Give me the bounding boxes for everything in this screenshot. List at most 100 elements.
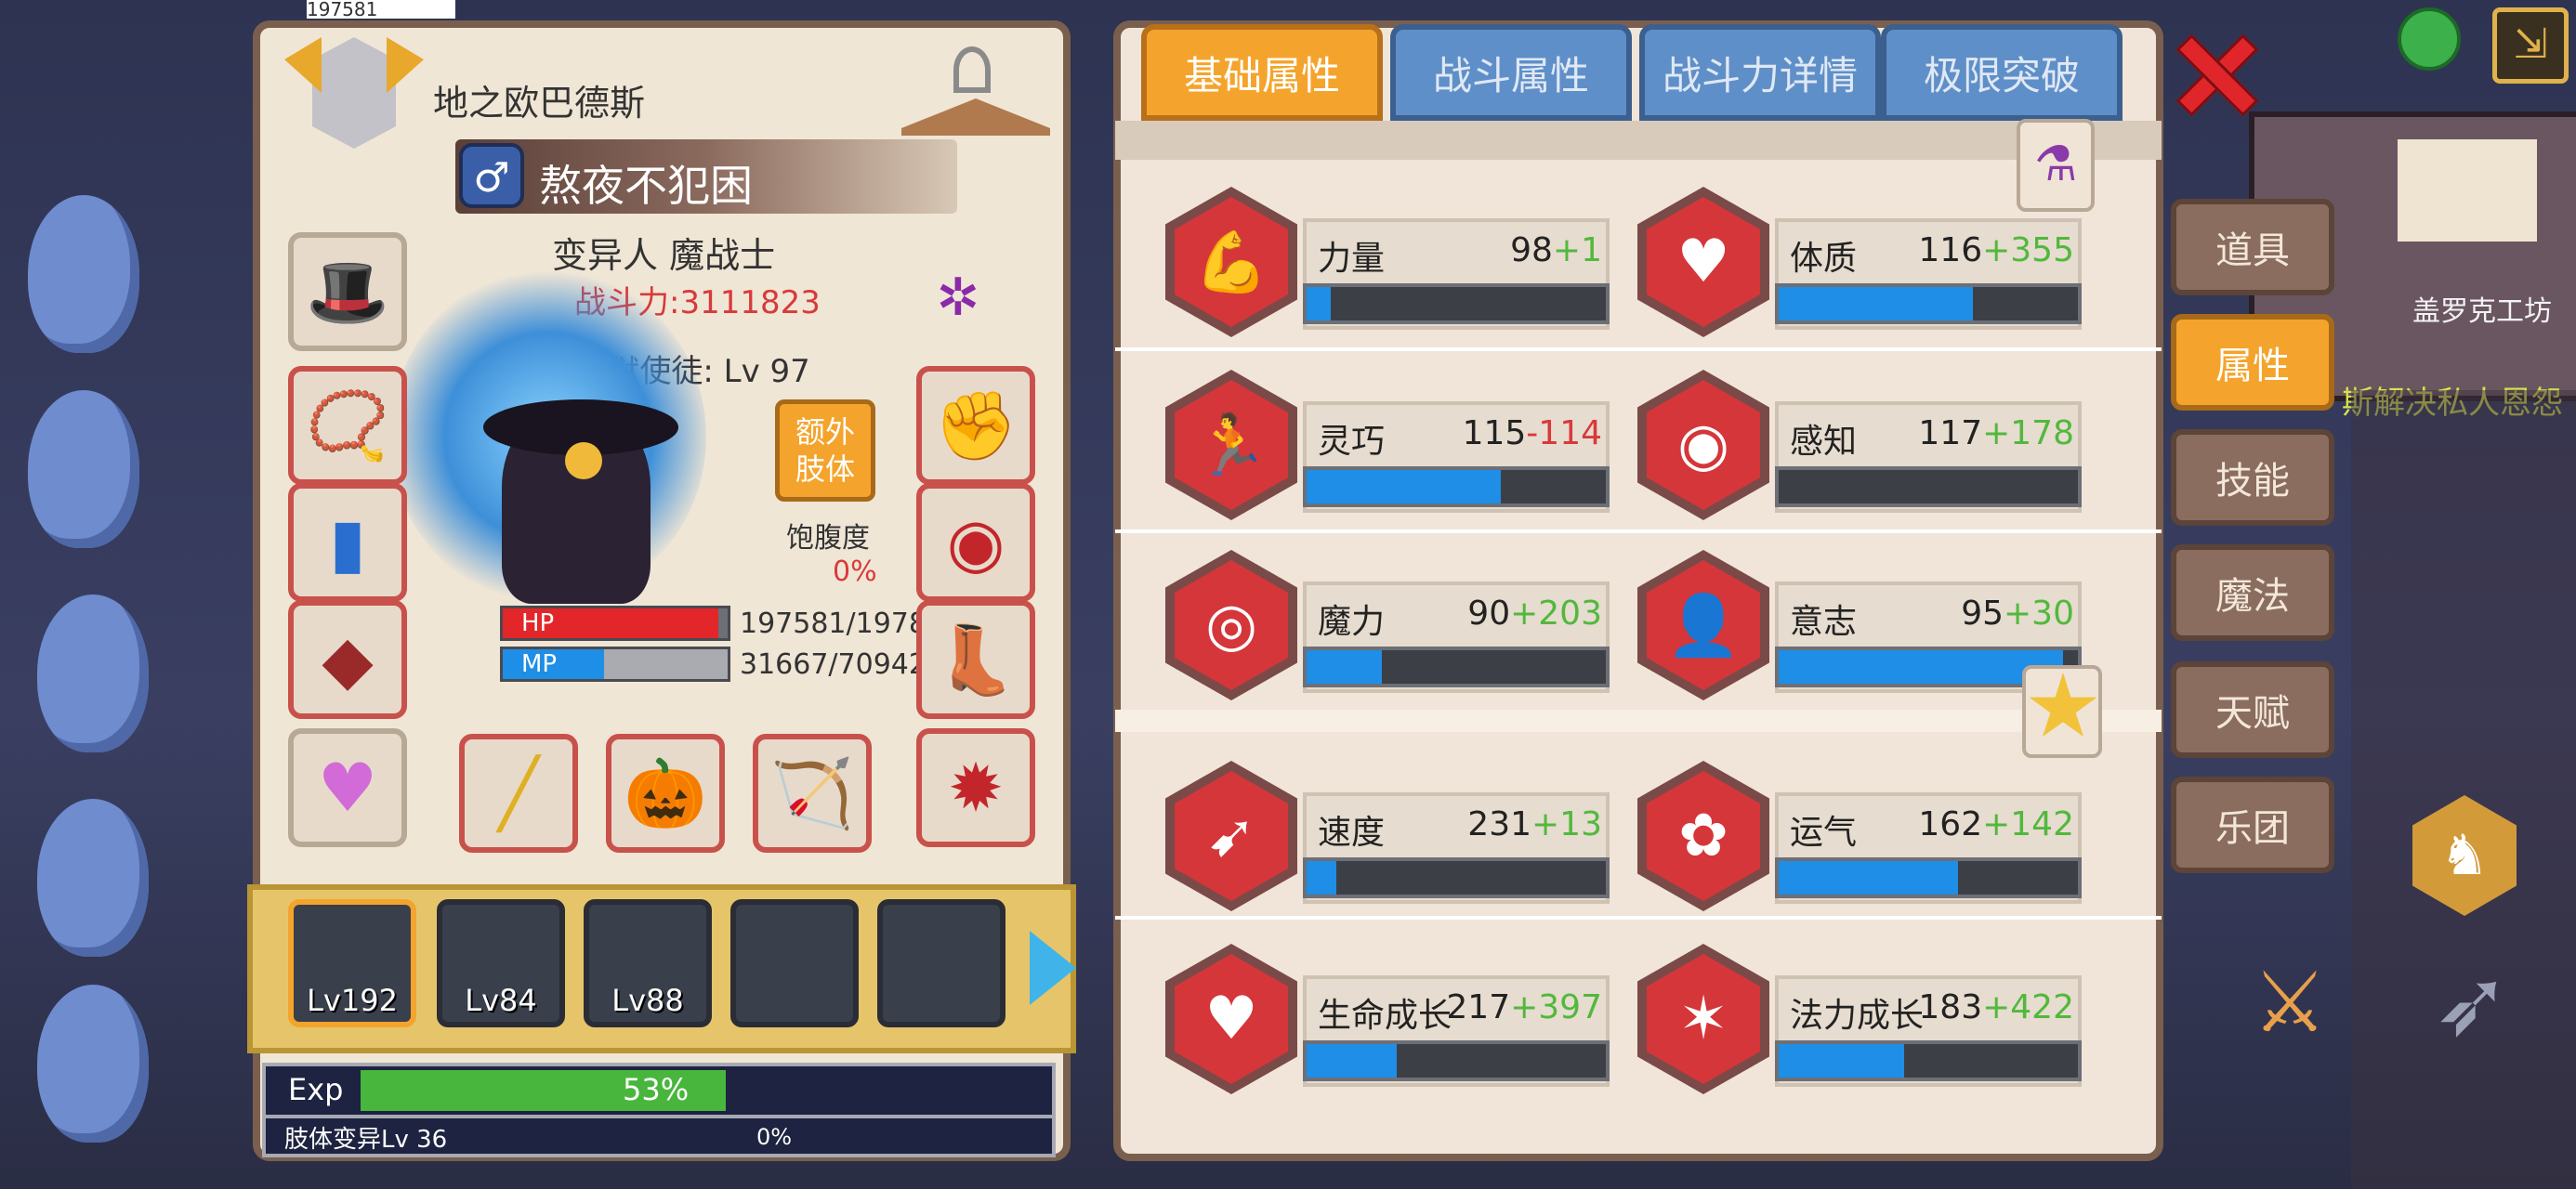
stat-value: 98+1 (1510, 231, 1602, 269)
tree-decoration (37, 799, 149, 957)
stat-name: 意志 (1790, 603, 1858, 641)
tab-limit-break[interactable]: 极限突破 (1881, 24, 2123, 121)
satiety-value: 0% (833, 555, 877, 588)
character-title: 地之欧巴德斯 (433, 83, 646, 124)
party-slot-empty[interactable] (877, 899, 1005, 1027)
equip-slot-charm[interactable]: ♥ (288, 728, 407, 847)
map-shadow (2351, 390, 2576, 1189)
hat-emblem-icon (565, 442, 602, 479)
party-member-level: Lv192 (307, 983, 398, 1018)
extra-limb-button[interactable]: 额外 肢体 (775, 399, 875, 502)
equip-slot-belt[interactable]: ◉ (916, 483, 1035, 602)
stat-bonus-value: +13 (1531, 805, 1602, 843)
flame-relic-icon: ✹ (947, 749, 1005, 827)
rune-slot[interactable]: ✲ (916, 251, 1000, 344)
close-button[interactable] (2171, 28, 2259, 117)
equip-slot-necklace[interactable]: 📿 (288, 366, 407, 485)
tab-combat-power-details[interactable]: 战斗力详情 (1639, 24, 1881, 121)
armor-item-icon: ◆ (322, 621, 374, 699)
equip-slot-cape[interactable]: ▮ (288, 483, 407, 602)
stat-bar-fill (1779, 1044, 1905, 1078)
stat-name: 感知 (1790, 423, 1858, 461)
stat-base-value: 115 (1462, 414, 1527, 452)
equip-slot-armor[interactable]: ◆ (288, 600, 407, 719)
stat-bar (1303, 283, 1610, 324)
exp-percent: 53% (623, 1072, 690, 1107)
party-member[interactable]: Lv84 (437, 899, 565, 1027)
equip-slot-boots[interactable]: 👢 (916, 600, 1035, 719)
workshop-sign-board (2398, 139, 2537, 242)
pumpkin-weapon-icon: 🎃 (624, 753, 707, 832)
tab-basic-attributes[interactable]: 基础属性 (1141, 24, 1383, 121)
male-gender-icon: ♂ (459, 143, 524, 208)
stat-value: 115-114 (1463, 414, 1602, 452)
stat-value: 183+422 (1918, 988, 2074, 1026)
stat-value: 231+13 (1467, 805, 1602, 843)
race-class: 变异人 魔战士 (552, 235, 776, 276)
tab-combat-attributes[interactable]: 战斗属性 (1390, 24, 1632, 121)
stat-base-value: 98 (1510, 231, 1553, 269)
equip-slot-relic[interactable]: ✹ (916, 728, 1035, 847)
limb-mutation-bar: 肢体变异Lv 36 0% (262, 1118, 1056, 1157)
stat-bar (1775, 466, 2082, 507)
exit-fullscreen-icon[interactable]: ⇲ (2492, 7, 2569, 84)
stat-name: 魔力 (1318, 603, 1386, 641)
stat-name: 法力成长 (1790, 997, 1925, 1035)
stat-value: 217+397 (1446, 988, 1602, 1026)
hp-value: 197581/1978 (740, 608, 927, 640)
tree-decoration (28, 195, 139, 353)
equip-slot-shoulder[interactable]: ✊ (916, 366, 1035, 485)
side-menu-item[interactable]: 魔法 (2171, 544, 2334, 641)
stat-bonus-value: +397 (1510, 988, 1602, 1026)
belt-item-icon: ◉ (946, 503, 1005, 581)
stat-bonus-value: +355 (1982, 231, 2074, 269)
heart-charm-icon: ♥ (317, 749, 378, 827)
side-menu-item[interactable]: 乐团 (2171, 777, 2334, 873)
equip-slot-weapon[interactable]: 🎃 (606, 734, 725, 853)
star-button[interactable] (2022, 665, 2102, 758)
staff-item-icon: ╱ (498, 754, 539, 832)
party-member[interactable]: Lv88 (584, 899, 712, 1027)
stat-bar-fill (1307, 470, 1502, 503)
gauntlet-item-icon: ✊ (934, 385, 1018, 464)
stat-bar (1303, 466, 1610, 507)
hat-item-icon: 🎩 (306, 252, 389, 331)
tree-decoration (37, 594, 149, 752)
equip-slot-bow[interactable]: 🏹 (753, 734, 872, 853)
stat-bar (1303, 1040, 1610, 1081)
hanger-icon[interactable] (901, 46, 1050, 149)
hp-label: HP (521, 609, 555, 637)
side-menu-item[interactable]: 技能 (2171, 429, 2334, 526)
stat-bar-fill (1779, 650, 2063, 684)
stat-name: 速度 (1318, 814, 1386, 852)
stat-bonus-value: +1 (1552, 231, 1602, 269)
stat-value: 116+355 (1918, 231, 2074, 269)
exp-bar: Exp 53% (262, 1063, 1056, 1118)
star-icon (2029, 673, 2097, 738)
mp-label: MP (521, 650, 558, 678)
stat-bonus-value: +142 (1982, 805, 2074, 843)
side-menu-item[interactable]: 道具 (2171, 199, 2334, 295)
stat-bar (1775, 283, 2082, 324)
character-name: 熬夜不犯困 (539, 161, 753, 211)
top-hp-text: 197581 (307, 0, 455, 19)
bow-skill-icon[interactable]: ➶ (2416, 938, 2528, 1068)
party-member-level: Lv84 (465, 983, 537, 1018)
party-slot-empty[interactable] (730, 899, 859, 1027)
boot-item-icon: 👢 (934, 620, 1018, 699)
sword-skill-icon[interactable]: ⚔ (2234, 947, 2346, 1059)
stat-base-value: 231 (1467, 805, 1532, 843)
stat-name: 运气 (1790, 814, 1858, 852)
purple-rune-icon: ✲ (936, 267, 980, 328)
equip-slot-staff[interactable]: ╱ (459, 734, 578, 853)
stat-bonus-value: +30 (2004, 594, 2074, 633)
stat-base-value: 162 (1918, 805, 1983, 843)
stat-base-value: 117 (1918, 414, 1983, 452)
network-icon[interactable] (2398, 7, 2461, 71)
stat-bar-fill (1307, 287, 1331, 320)
side-menu-item[interactable]: 属性 (2171, 314, 2334, 411)
stat-bar (1303, 647, 1610, 687)
party-member[interactable]: Lv192 (288, 899, 416, 1027)
equip-slot-hat[interactable]: 🎩 (288, 232, 407, 351)
side-menu-item[interactable]: 天赋 (2171, 661, 2334, 758)
